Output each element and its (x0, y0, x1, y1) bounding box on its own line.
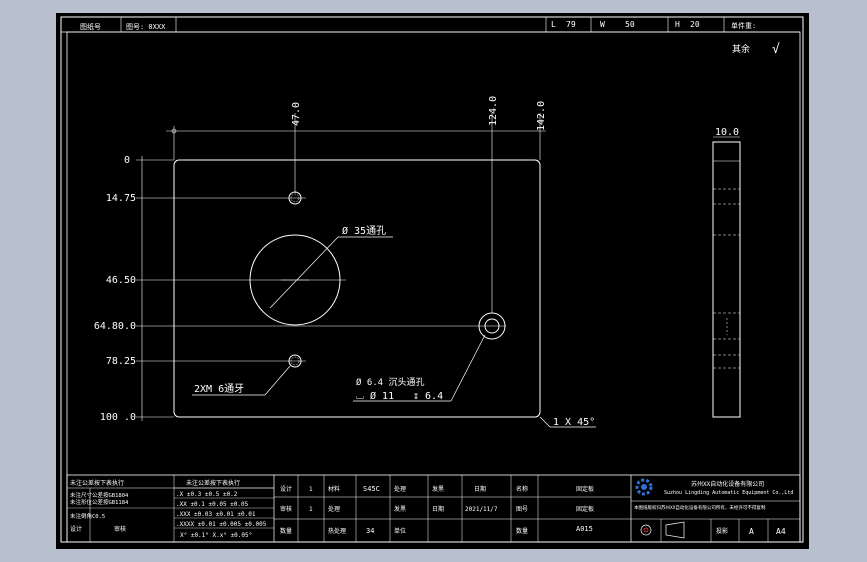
tb-proj-label: 投影 (716, 527, 728, 535)
tb-partno-value: A015 (576, 525, 593, 533)
annot-bore: Ø 35通孔 (342, 225, 386, 237)
annot-counterbore-1: Ø 6.4 沉头通孔 (356, 377, 425, 388)
header-H-label: H (675, 20, 680, 29)
tb-tol-row-4: .XXXX ±0.01 ±0.005 ±0.005 (176, 521, 267, 528)
dim-left-100: 100 .0 (100, 412, 136, 423)
tb-tol-title-right: 未注公差按下表执行 (186, 479, 240, 487)
dim-top-124: 124.0 (488, 96, 499, 126)
tb-name-label: 名称 (516, 485, 528, 493)
tb-size: A4 (776, 527, 786, 536)
tb-version: A (749, 527, 754, 536)
tb-company-en: Suzhou Lingding Automatic Equipment Co.,… (664, 490, 793, 496)
projection-symbol-icon (640, 524, 652, 536)
drawing-sheet: 图纸号 图号: 0XXX L 79 W 50 H 20 单件重: 其余 √ 47… (56, 13, 809, 549)
tb-heat-value: 34 (366, 527, 374, 535)
side-view (712, 141, 741, 418)
annot-chamfer: 1 X 45° (553, 417, 595, 428)
tb-treatment-2: 处理 (394, 485, 406, 493)
leader-bore (269, 236, 339, 309)
tb-note-1: 未注尺寸公差按GB1804 (70, 491, 129, 499)
header-qty-label: 单件重: (731, 21, 756, 30)
tb-company-note: 本图纸版权归苏州XX自动化设备有限公司所有，未经许可不得复制 (634, 504, 766, 511)
projection-cone-icon (665, 521, 685, 539)
header-W-label: W (600, 20, 605, 29)
tb-treatment-label: 处理 (328, 505, 340, 513)
tb-check-label: 审核 (280, 505, 292, 513)
tb-treatment-value: 发黑 (394, 505, 406, 513)
tb-heat-label: 热处理 (328, 527, 346, 535)
outer-border (60, 16, 804, 543)
tb-angle-row: X° ±0.1° X.x° ±0.05° (180, 532, 252, 539)
leader-chamfer (539, 416, 551, 428)
projection-symbol-center-icon (643, 527, 649, 533)
tb-date-value: 2021/11/7 (465, 506, 498, 513)
inner-border (66, 31, 801, 543)
annot-tapped: 2XM 6通牙 (194, 383, 244, 395)
tb-date-label-2: 日期 (474, 485, 486, 493)
tb-date-label: 日期 (432, 505, 444, 513)
tb-tol-title: 未注公差按下表执行 (70, 479, 124, 487)
tb-tol-row-1: .X ±0.3 ±0.5 ±0.2 (176, 491, 238, 498)
dim-left-64-80: 64.80.0 (94, 321, 136, 332)
tb-count-label: 数量 (516, 527, 528, 535)
tb-note-3: 未注倒角C0.5 (70, 512, 105, 520)
dim-top-142: 142.0 (536, 101, 547, 131)
tb-partno-label: 图号 (516, 506, 528, 513)
tb-material-label: 材料 (328, 485, 340, 493)
tb-qty-label-left: 数量 (280, 527, 292, 535)
tb-note-2: 未注形位公差按GB1184 (70, 498, 129, 506)
tb-qty-2: 1 (309, 506, 313, 513)
header-label-1: 图纸号 (80, 22, 101, 31)
header-L-label: L (551, 20, 556, 29)
dim-left-78-25: 78.25 (106, 356, 136, 367)
tb-checker: 审核 (114, 525, 126, 533)
tb-qty-1: 1 (309, 486, 313, 493)
dim-top-47: 47.0 (291, 102, 302, 126)
dim-left-46-50: 46.50 (106, 275, 136, 286)
header-L-value: 79 (566, 20, 576, 29)
annot-counterbore-2b: ↧ 6.4 (413, 391, 443, 402)
tb-tol-row-2: .XX ±0.1 ±0.05 ±0.05 (176, 501, 249, 508)
tb-name-value-2: 固定板 (576, 505, 594, 513)
leader-tapped (264, 365, 291, 396)
tb-design-label: 设计 (280, 485, 292, 493)
dim-left-0: 0 (124, 155, 130, 166)
header-label-2: 图号: 0XXX (126, 23, 166, 31)
tb-unit-label: 单位 (394, 527, 406, 535)
cad-drawing: 图纸号 图号: 0XXX L 79 W 50 H 20 单件重: 其余 √ 47… (60, 16, 804, 543)
roughness-symbol: √ (772, 42, 780, 57)
tb-designer: 设计 (70, 525, 82, 533)
leader-counterbore (450, 334, 486, 402)
tb-name-value: 固定板 (576, 485, 594, 493)
dim-side-thickness: 10.0 (715, 127, 739, 138)
header-H-value: 20 (690, 20, 700, 29)
tb-treat-3: 发黑 (432, 485, 444, 493)
company-logo-icon-core (641, 484, 647, 490)
dim-left-14-75: 14.75 (106, 193, 136, 204)
tb-tol-row-3: .XXX ±0.03 ±0.01 ±0.01 (176, 511, 256, 518)
tb-material-value: S45C (363, 485, 380, 493)
tb-company-cn: 苏州XX自动化设备有限公司 (691, 480, 764, 488)
header-W-value: 50 (625, 20, 635, 29)
annot-counterbore-2a: ⌴ Ø 11 (356, 390, 394, 402)
roughness-label: 其余 (732, 43, 750, 55)
